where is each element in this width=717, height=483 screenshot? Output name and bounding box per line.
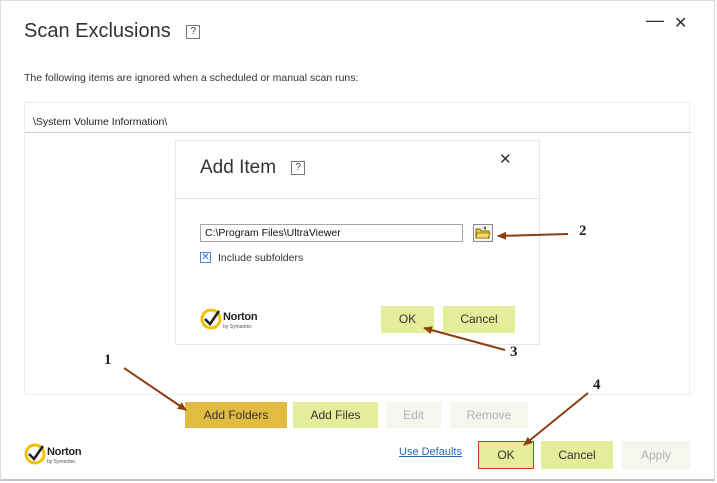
step-number-2: 2 — [579, 223, 587, 239]
arrow-4 — [523, 392, 589, 446]
arrow-1 — [123, 367, 187, 411]
annotation-overlay — [123, 231, 589, 446]
arrow-3 — [423, 326, 506, 351]
step-number-4: 4 — [593, 377, 601, 393]
arrow-2 — [497, 231, 569, 240]
step-number-3: 3 — [510, 344, 518, 360]
step-number-1: 1 — [104, 352, 112, 368]
